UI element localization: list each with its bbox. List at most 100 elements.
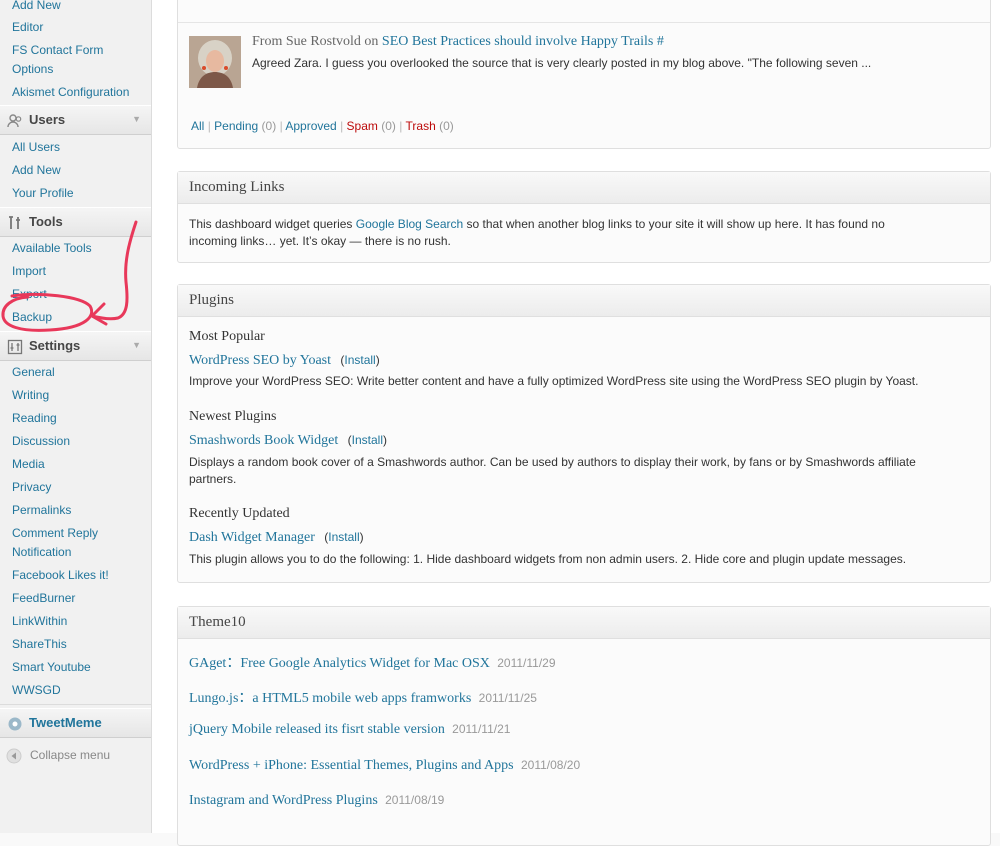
sidebar-item-export[interactable]: Export	[12, 286, 47, 303]
filter-approved[interactable]: Approved	[285, 119, 336, 133]
sidebar-item-editor[interactable]: Editor	[12, 19, 43, 36]
plugin-name-link[interactable]: WordPress SEO by Yoast	[189, 353, 331, 368]
sidebar-heading-tweetmeme[interactable]: TweetMeme	[29, 715, 102, 730]
plugins-header[interactable]: Plugins	[178, 285, 990, 317]
feed-item-link[interactable]: GAget：Free Google Analytics Widget for M…	[189, 656, 490, 671]
feed-item-date: 2011/08/20	[520, 758, 581, 772]
filter-separator: |	[340, 119, 344, 133]
sidebar-item-add-new-page[interactable]: Add New	[12, 0, 61, 14]
filter-trash[interactable]: Trash	[406, 119, 436, 133]
sidebar-item-fs-contact-form[interactable]: FS Contact Form	[12, 42, 103, 59]
sidebar-menu-tweetmeme[interactable]: TweetMeme	[0, 708, 151, 738]
plugin-row: WordPress SEO by Yoast (Install)	[189, 353, 380, 368]
tools-icon	[7, 215, 23, 231]
recent-comments-widget: From Sue Rostvold on SEO Best Practices …	[177, 0, 991, 149]
sidebar-menu-settings[interactable]: Settings ▼	[0, 331, 151, 361]
sidebar-heading-settings[interactable]: Settings	[29, 338, 80, 353]
list-item: jQuery Mobile released its fisrt stable …	[189, 722, 510, 738]
sidebar-item-privacy[interactable]: Privacy	[12, 479, 51, 496]
install-link[interactable]: Install	[352, 433, 383, 447]
chevron-down-icon[interactable]: ▼	[132, 114, 141, 124]
comment-permalink[interactable]: #	[657, 34, 664, 49]
google-blog-search-link[interactable]: Google Blog Search	[356, 217, 463, 231]
spam-count: (0)	[381, 119, 396, 133]
plugins-widget: Plugins Most Popular WordPress SEO by Yo…	[177, 284, 991, 583]
comment-excerpt: Agreed Zara. I guess you overlooked the …	[252, 56, 872, 70]
comment-post-link[interactable]: SEO Best Practices should involve Happy …	[382, 34, 653, 49]
sidebar-item-reading[interactable]: Reading	[12, 410, 57, 427]
sidebar-item-feedburner[interactable]: FeedBurner	[12, 590, 75, 607]
collapse-menu-link[interactable]: Collapse menu	[30, 748, 110, 762]
comments-divider	[178, 22, 990, 23]
sidebar-item-akismet[interactable]: Akismet Configuration	[12, 84, 129, 101]
sidebar-item-backup[interactable]: Backup	[12, 309, 52, 326]
feed-item-link[interactable]: jQuery Mobile released its fisrt stable …	[189, 722, 445, 737]
filter-spam[interactable]: Spam	[347, 119, 378, 133]
sidebar-heading-users[interactable]: Users	[29, 112, 65, 127]
sidebar-item-fs-contact-form-options[interactable]: Options	[12, 61, 53, 78]
admin-sidebar: Add New Editor FS Contact Form Options A…	[0, 0, 152, 833]
incoming-links-header[interactable]: Incoming Links	[178, 172, 990, 204]
feed-item-link[interactable]: Lungo.js：a HTML5 mobile web apps framwor…	[189, 691, 471, 706]
filter-pending[interactable]: Pending	[214, 119, 258, 133]
sidebar-item-discussion[interactable]: Discussion	[12, 433, 70, 450]
plugins-section-heading: Recently Updated	[189, 506, 290, 521]
avatar	[189, 36, 241, 88]
feed-item-date: 2011/11/25	[478, 691, 537, 705]
sidebar-item-comment-reply[interactable]: Comment Reply	[12, 525, 98, 542]
list-item: GAget：Free Google Analytics Widget for M…	[189, 652, 556, 672]
comment-filters: All | Pending (0) | Approved | Spam (0) …	[191, 118, 454, 135]
sidebar-item-smart-youtube[interactable]: Smart Youtube	[12, 659, 91, 676]
plugin-description: This plugin allows you to do the followi…	[189, 552, 907, 566]
sidebar-item-general[interactable]: General	[12, 364, 55, 381]
feed-item-link[interactable]: WordPress + iPhone: Essential Themes, Pl…	[189, 758, 514, 773]
sidebar-item-linkwithin[interactable]: LinkWithin	[12, 613, 67, 630]
list-item: WordPress + iPhone: Essential Themes, Pl…	[189, 758, 580, 774]
sidebar-item-permalinks[interactable]: Permalinks	[12, 502, 71, 519]
install-link[interactable]: Install	[344, 353, 375, 367]
feed-item-link[interactable]: Instagram and WordPress Plugins	[189, 793, 378, 808]
users-icon	[7, 113, 23, 129]
filter-separator: |	[279, 119, 283, 133]
collapse-arrow-icon[interactable]	[6, 748, 22, 764]
sidebar-item-your-profile[interactable]: Your Profile	[12, 185, 74, 202]
install-link[interactable]: Install	[328, 530, 359, 544]
incoming-links-title: Incoming Links	[189, 179, 285, 195]
sidebar-item-add-new-user[interactable]: Add New	[12, 162, 61, 179]
plugin-description: Displays a random book cover of a Smashw…	[189, 455, 916, 469]
incoming-links-text-line2: incoming links… yet. It’s okay — there i…	[189, 234, 451, 248]
sidebar-divider	[0, 704, 151, 705]
feed-item-date: 2011/08/19	[385, 793, 445, 807]
incoming-links-widget: Incoming Links This dashboard widget que…	[177, 171, 991, 263]
plugin-name-link[interactable]: Smashwords Book Widget	[189, 433, 338, 448]
tweetmeme-icon	[7, 716, 23, 732]
plugin-row: Smashwords Book Widget (Install)	[189, 433, 387, 448]
plugin-name-link[interactable]: Dash Widget Manager	[189, 530, 315, 545]
sidebar-item-sharethis[interactable]: ShareThis	[12, 636, 67, 653]
filter-separator: |	[399, 119, 403, 133]
sidebar-item-facebook-likes[interactable]: Facebook Likes it!	[12, 567, 109, 584]
sidebar-item-wwsgd[interactable]: WWSGD	[12, 682, 61, 699]
feed-item-date: 2011/11/21	[452, 722, 511, 736]
sidebar-menu-users[interactable]: Users ▼	[0, 105, 151, 135]
incoming-links-text-end: so that when another blog links to your …	[466, 217, 885, 231]
pending-count: (0)	[261, 119, 277, 133]
plugins-section-heading: Most Popular	[189, 329, 265, 344]
theme10-title: Theme10	[189, 614, 246, 630]
sidebar-heading-tools[interactable]: Tools	[29, 214, 63, 229]
sidebar-item-media[interactable]: Media	[12, 456, 45, 473]
settings-icon	[7, 339, 23, 355]
list-item: Lungo.js：a HTML5 mobile web apps framwor…	[189, 687, 537, 707]
chevron-down-icon[interactable]: ▼	[132, 340, 141, 350]
filter-separator: |	[207, 119, 211, 133]
incoming-links-text-start: This dashboard widget queries	[189, 217, 353, 231]
theme10-header[interactable]: Theme10	[178, 607, 990, 639]
sidebar-menu-tools[interactable]: Tools	[0, 207, 151, 237]
sidebar-item-available-tools[interactable]: Available Tools	[12, 240, 92, 257]
filter-all[interactable]: All	[191, 119, 204, 133]
comment-meta: From Sue Rostvold on SEO Best Practices …	[252, 34, 664, 50]
sidebar-item-all-users[interactable]: All Users	[12, 139, 60, 156]
sidebar-item-writing[interactable]: Writing	[12, 387, 49, 404]
sidebar-item-comment-reply-notification[interactable]: Notification	[12, 544, 71, 561]
sidebar-item-import[interactable]: Import	[12, 263, 46, 280]
